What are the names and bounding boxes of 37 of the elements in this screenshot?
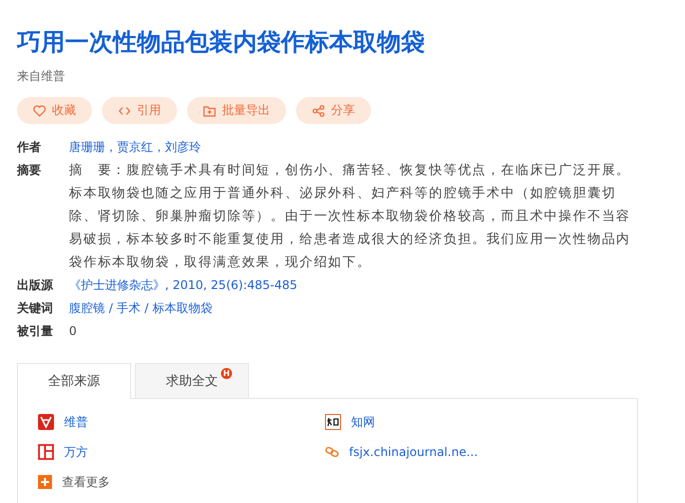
link-icon — [325, 447, 339, 457]
tab[interactable]: 全部来源 — [17, 363, 131, 399]
source-link[interactable]: 维普 — [64, 414, 88, 430]
meta-link[interactable]: 标本取物袋 — [152, 301, 212, 315]
source-link[interactable]: 知网 — [351, 414, 375, 430]
field-label: 摘要 — [17, 162, 42, 179]
meta-link[interactable]: 贾京红 — [117, 140, 153, 154]
tab[interactable]: 求助全文 H — [135, 363, 249, 398]
separator: ， — [105, 140, 117, 154]
logo-icon — [38, 444, 54, 460]
meta-link[interactable]: 刘彦玲 — [165, 140, 201, 154]
logo-icon — [38, 414, 54, 430]
hot-badge: H — [221, 368, 232, 379]
source-link[interactable]: fsjx.chinajournal.ne... — [349, 445, 478, 459]
logo-icon — [325, 414, 341, 430]
meta-link[interactable]: 《护士进修杂志》, 2010, 25(6):485-485 — [69, 278, 298, 292]
meta-link[interactable]: 唐珊珊 — [69, 140, 105, 154]
more-link[interactable]: 查看更多 — [62, 474, 110, 490]
source-link[interactable]: 万方 — [64, 444, 88, 460]
meta-link[interactable]: 腹腔镜 — [69, 301, 105, 315]
folder-icon — [203, 104, 216, 116]
field-label: 被引量 — [17, 323, 54, 340]
field-label: 关键词 — [17, 300, 54, 317]
separator: ， — [153, 140, 165, 154]
field-value: 摘 要：腹腔镜手术具有时间短，创伤小、痛苦轻、恢复快等优点，在临床已广泛开展。标本取物袋也随之应用于普通外科、泌尿外科、妇产科等的腔镜手术中（如腔镜胆囊切除、肾切除、卵巢肿瘤切除等）。由于一次性标本取物袋价格较高，而且术中操作不当容易破损，标本较多时不能重复使用，给患者造成很大的经济负担。我们应用一次性物品内袋作标本取物袋，取得满意效果，现介绍如下。 — [69, 163, 631, 270]
plus-icon — [38, 475, 52, 489]
heart-icon — [33, 104, 46, 116]
code-icon — [118, 104, 131, 116]
source-label: 来自维普 — [17, 68, 66, 85]
separator: / — [143, 301, 150, 315]
field-label: 作者 — [17, 139, 42, 156]
share-icon — [312, 104, 325, 116]
meta-link[interactable]: 手术 — [116, 301, 141, 315]
separator: / — [108, 301, 114, 315]
field-label: 出版源 — [17, 277, 54, 294]
article-title: 巧用一次性物品包装内袋作标本取物袋 — [17, 27, 426, 58]
field-value: 0 — [69, 324, 77, 338]
